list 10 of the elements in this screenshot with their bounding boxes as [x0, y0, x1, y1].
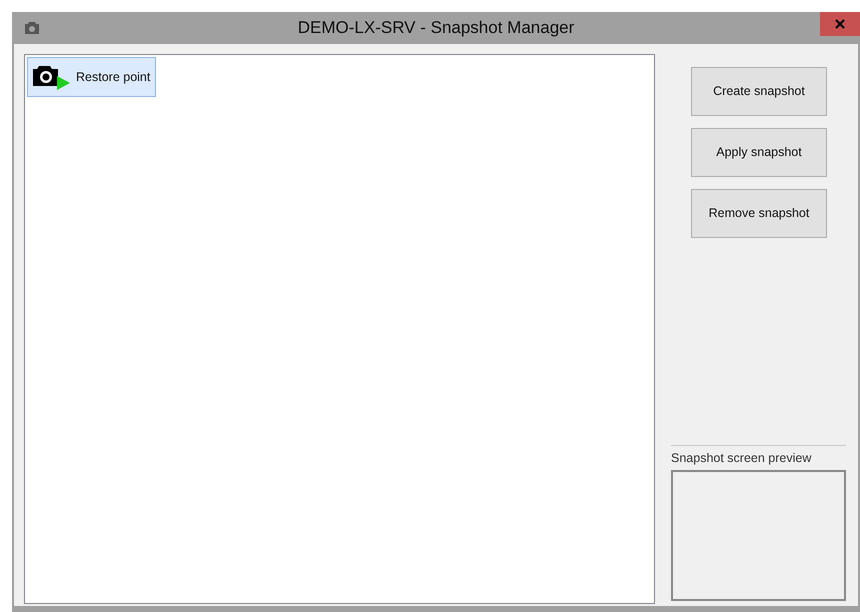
action-button[interactable]: Create snapshot	[691, 67, 827, 116]
preview-label: Snapshot screen preview	[671, 450, 812, 468]
close-button[interactable]	[820, 12, 860, 36]
action-button[interactable]: Remove snapshot	[691, 189, 827, 238]
window-title: DEMO-LX-SRV - Snapshot Manager	[296, 17, 576, 40]
snapshot-label: Restore point	[76, 68, 150, 86]
camera-icon	[24, 21, 40, 35]
close-icon	[835, 19, 845, 29]
action-button[interactable]: Apply snapshot	[691, 128, 827, 177]
snapshot-item[interactable]: Restore point	[27, 57, 156, 97]
